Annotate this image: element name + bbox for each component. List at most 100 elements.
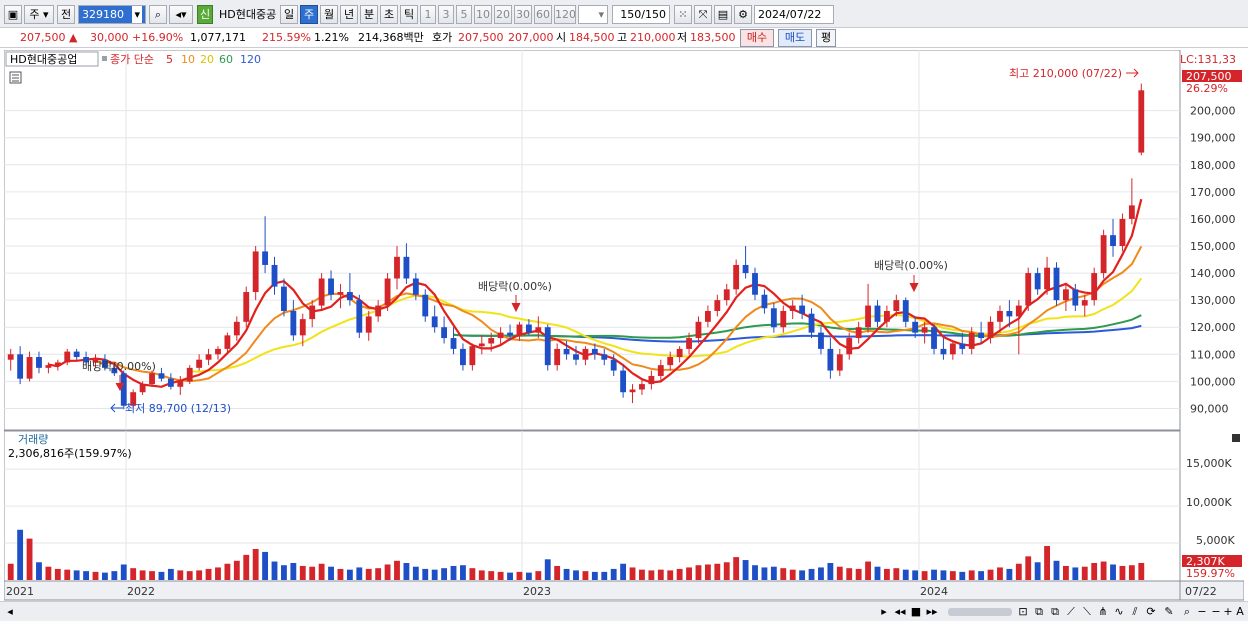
sell-button[interactable]: 매도 [778,29,812,47]
volume-bar [620,563,627,580]
draw-line-icon[interactable]: ⟋ [1064,605,1078,619]
date-input[interactable]: 2024/07/22 ▦ [754,5,834,24]
candle-body [497,332,504,339]
volume-bar [968,570,975,580]
market-select[interactable]: 주 ▾ [24,5,54,24]
ask-price: 207,500 [458,31,504,44]
volume-bar [1119,565,1126,580]
candle-body [215,348,221,355]
high-annotation: 최고 210,000 (07/22) [1009,67,1122,80]
trend-icon[interactable]: ⟍ [1080,605,1094,619]
buy-button[interactable]: 매수 [740,29,774,47]
volume-bar [610,568,617,580]
magnifier-icon[interactable]: ⌕ [1180,605,1194,619]
volume-bar [139,570,146,580]
volume-bar [544,559,551,580]
legend-marker [102,56,107,61]
interval-1[interactable]: 1 [420,5,436,24]
average-button[interactable]: 평 [816,29,836,47]
period-tick[interactable]: 틱 [400,5,418,24]
candle-body [384,278,391,306]
scroll-thumb[interactable] [948,608,1012,616]
count-input[interactable]: 150/150 [612,5,670,24]
volume-bar [563,568,570,580]
search-icon[interactable]: ⌕ [149,5,167,24]
period-minute[interactable]: 분 [360,5,378,24]
code-dropdown-icon[interactable]: ▾ [132,6,142,23]
zoom-reset-icon[interactable]: − [1210,605,1222,619]
fibo-icon[interactable]: ⋔ [1096,605,1110,619]
custom-interval-select[interactable]: ▾ [578,5,608,24]
period-year[interactable]: 년 [340,5,358,24]
volume-bar [808,568,815,580]
candle-body [394,256,400,279]
zoom-in-icon[interactable]: + [1222,605,1234,619]
candle-body [262,251,269,265]
volume-close-icon[interactable] [1232,434,1240,442]
window-icon[interactable]: ⧉ [1032,605,1046,619]
channel-icon[interactable]: ⫽ [1128,605,1142,619]
period-day[interactable]: 일 [280,5,298,24]
stop-icon[interactable]: ■ [910,605,922,619]
interval-60[interactable]: 60 [534,5,552,24]
candle-body [846,338,853,355]
speaker-icon[interactable]: ◂▾ [169,5,193,24]
gear-icon[interactable]: ⚙ [734,5,752,24]
volume-bar [422,568,429,580]
text-tool-icon[interactable]: ✎ [1162,605,1176,619]
chart-area[interactable]: HD현대중공업 종가 단순 5 10 20 60 120 최고 210,000 … [3,49,1245,602]
price-tick-label: 90,000 [1190,402,1229,415]
interval-3[interactable]: 3 [438,5,454,24]
candle-body [36,357,42,368]
candle-body [1100,235,1107,274]
candle-body [412,278,419,295]
rewind-icon[interactable]: ◂◂ [893,605,907,619]
candle-body [931,327,937,349]
scroll-left-icon[interactable]: ◂ [4,605,16,619]
cycle-icon[interactable]: ⟳ [1144,605,1158,619]
period-second[interactable]: 초 [380,5,398,24]
candle-body [375,305,382,317]
zoom-out-icon[interactable]: − [1196,605,1208,619]
interval-30[interactable]: 30 [514,5,532,24]
candle-body [403,256,410,279]
forward-icon[interactable]: ▸▸ [925,605,939,619]
current-price: 207,500 ▲ [20,30,77,46]
calendar-icon[interactable]: ▦ [820,23,830,24]
grid-icon[interactable]: ⁙ [674,5,692,24]
volume-bar [158,571,165,580]
period-month[interactable]: 월 [320,5,338,24]
price-chart-svg[interactable]: HD현대중공업 종가 단순 5 10 20 60 120 최고 210,000 … [3,49,1245,602]
interval-20[interactable]: 20 [494,5,512,24]
save-icon[interactable]: ▤ [714,5,732,24]
interval-5[interactable]: 5 [456,5,472,24]
volume-bar [102,572,108,580]
candle-body [233,321,240,336]
volume-bar [573,570,579,580]
crosshair-icon[interactable]: ⤧ [694,5,712,24]
candle-body [120,373,127,406]
split-icon[interactable]: ⧉ [1048,605,1062,619]
credit-badge[interactable]: 신 [197,5,213,24]
volume-bar [205,568,212,580]
stock-code-input[interactable]: 329180 ▾ [78,5,146,24]
scroll-right-icon[interactable]: ▸ [878,605,890,619]
wave-icon[interactable]: ∿ [1112,605,1126,619]
prev-button[interactable]: 전 [57,5,75,24]
interval-120[interactable]: 120 [554,5,576,24]
open-price: 184,500 [569,31,615,44]
volume-bar [874,566,881,580]
volume-bar [130,568,137,580]
layout-icon[interactable]: ▣ [4,5,22,24]
price-tick-label: 130,000 [1190,294,1236,307]
candle-body [1034,273,1041,290]
candle-body [318,278,325,306]
zoom-in-range-icon[interactable]: ⊡ [1016,605,1030,619]
candle-body [516,324,523,336]
volume-bar [1006,568,1013,580]
interval-10[interactable]: 10 [474,5,492,24]
volume-bar [403,563,410,580]
auto-scale-icon[interactable]: A [1234,605,1246,619]
chart-scrollbar[interactable]: ◂ ▸ ◂◂ ■ ▸▸ ⊡ ⧉ ⧉ ⟋ ⟍ ⋔ ∿ ⫽ ⟳ ✎ ⌕ − − + … [0,601,1248,621]
period-week[interactable]: 주 [300,5,318,24]
